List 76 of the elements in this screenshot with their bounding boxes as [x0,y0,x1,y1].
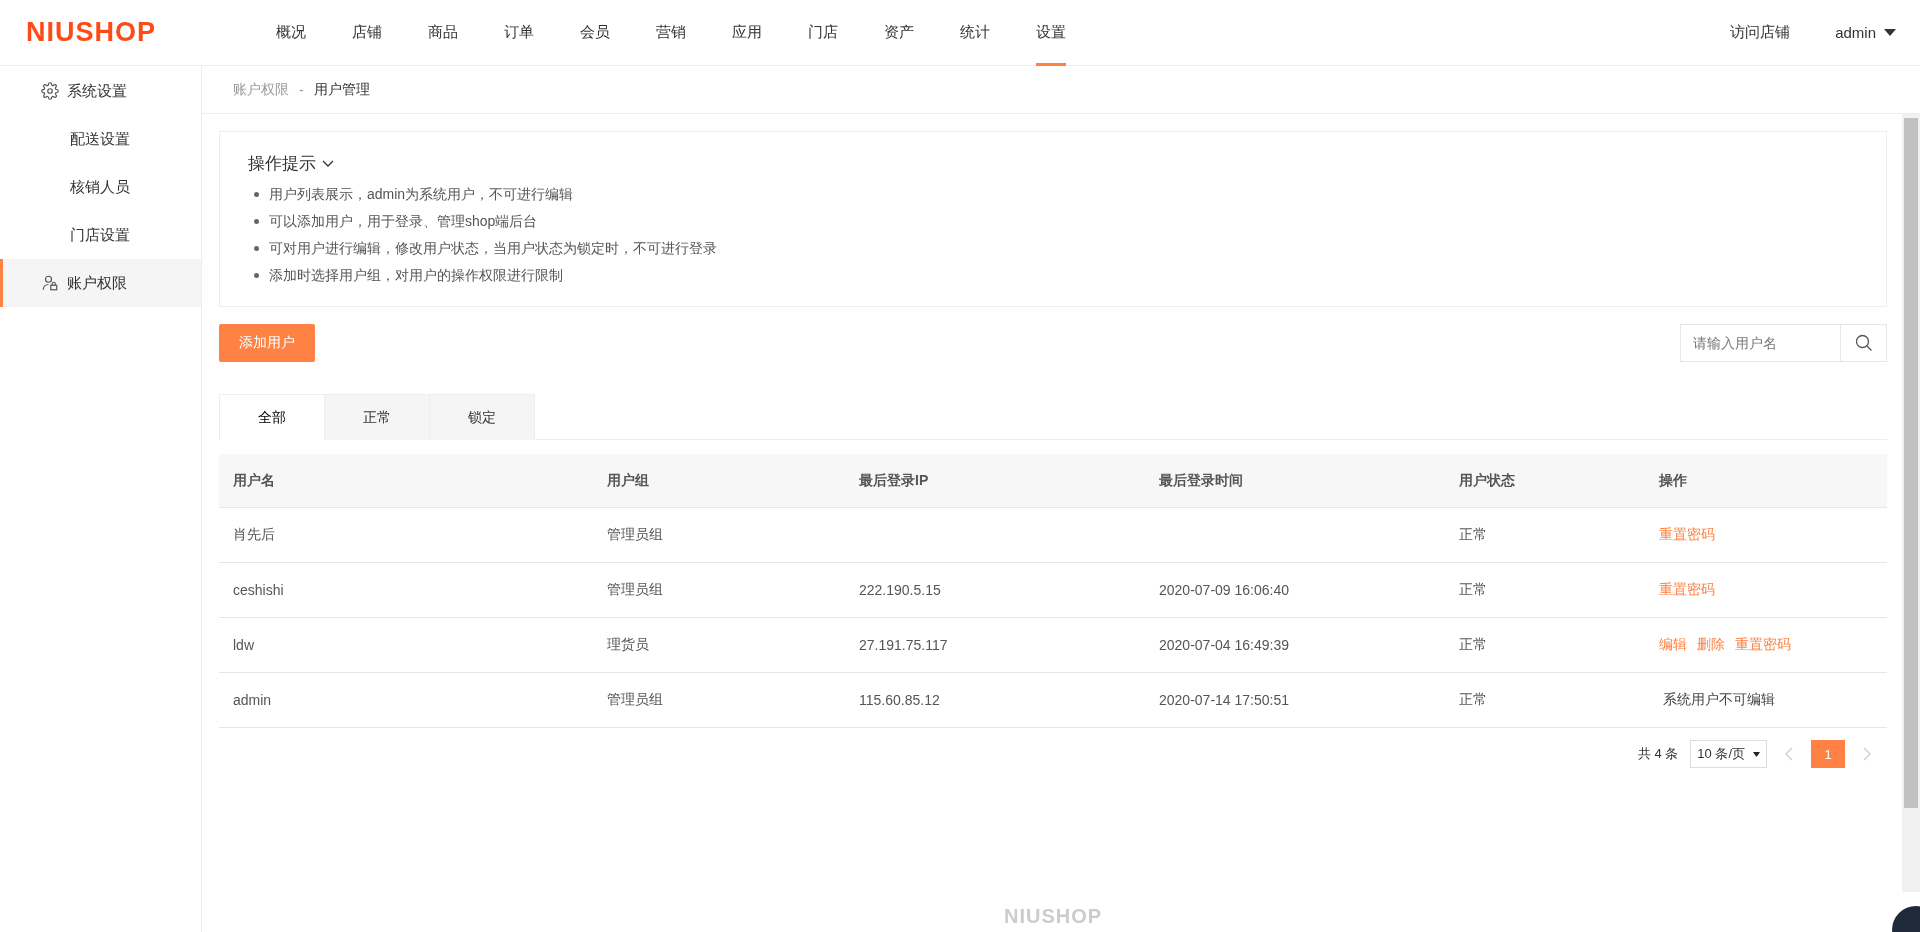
tip-text: 用户列表展示，admin为系统用户，不可进行编辑 [269,185,574,204]
table-cell: ldw [219,618,593,673]
nav-tab[interactable]: 设置 [1036,0,1066,66]
page-size-select[interactable]: 10 条/页 [1690,740,1767,768]
table-cell: 正常 [1445,618,1645,673]
visit-store-link[interactable]: 访问店铺 [1730,23,1791,42]
sidebar-label: 门店设置 [70,225,130,245]
caret-icon [1753,751,1760,757]
gear-icon [41,82,59,100]
table-cell: 管理员组 [593,563,845,618]
bullet-icon [254,273,259,278]
sidebar-label: 配送设置 [70,129,130,149]
chevron-icon[interactable] [322,159,334,168]
tip-text: 可对用户进行编辑，修改用户状态，当用户状态为锁定时，不可进行登录 [269,239,717,258]
nav-tab[interactable]: 门店 [808,0,838,66]
table-cell: 222.190.5.15 [845,563,1145,618]
table-cell: 管理员组 [593,673,845,728]
tip-text: 添加时选择用户组，对用户的操作权限进行限制 [269,266,563,285]
bullet-icon [254,246,259,251]
table-cell: 正常 [1445,563,1645,618]
nav-tab[interactable]: 商品 [428,0,458,66]
table-cell: 正常 [1445,673,1645,728]
nav-tab[interactable]: 应用 [732,0,762,66]
column-header: 操作 [1645,454,1887,508]
bullet-icon [254,192,259,197]
table-cell: 管理员组 [593,508,845,563]
table-cell: 肖先后 [219,508,593,563]
filter-tab[interactable]: 锁定 [429,394,535,440]
user-lock-icon [41,274,59,292]
bullet-icon [254,219,259,224]
user-menu[interactable]: admin [1835,24,1876,41]
nav-tab[interactable]: 订单 [504,0,534,66]
nav-tab[interactable]: 资产 [884,0,914,66]
table-cell: ceshishi [219,563,593,618]
niushop-logo: NIUSHOP [26,17,158,48]
search-button[interactable] [1840,324,1887,362]
nav-tab[interactable]: 统计 [960,0,990,66]
chevron-left-icon [1785,747,1793,761]
chevron-right-icon [1863,747,1871,761]
table-cell: admin [219,673,593,728]
tip-text: 可以添加用户，用于登录、管理shop端后台 [269,212,538,231]
nav-tab[interactable]: 店铺 [352,0,382,66]
sidebar-label: 系统设置 [67,81,127,101]
column-header: 最后登录IP [845,454,1145,508]
scrollbar[interactable] [1902,114,1920,892]
breadcrumb-current: 用户管理 [313,80,370,99]
search-field[interactable]: 请输入用户名 [1680,324,1840,362]
table-cell: 27.191.75.117 [845,618,1145,673]
note-text: 系统用户不可编辑 [1662,691,1775,709]
table-cell: 115.60.85.12 [845,673,1145,728]
filter-tab[interactable]: 正常 [324,394,430,440]
filter-tab[interactable]: 全部 [219,394,325,440]
sidebar-item[interactable]: 账户权限 [0,259,201,307]
sidebar-label: 核销人员 [70,177,130,197]
sidebar-item[interactable]: 门店设置 [0,211,201,259]
search-icon [1854,334,1873,352]
table-cell: 2020-07-04 16:49:39 [1145,618,1445,673]
sidebar-item[interactable]: 系统设置 [0,67,201,115]
table-cell: 理货员 [593,618,845,673]
sidebar-item[interactable]: 配送设置 [0,115,201,163]
nav-tab[interactable]: 概况 [276,0,306,66]
table-cell: 正常 [1445,508,1645,563]
table-cell: 2020-07-14 17:50:51 [1145,673,1445,728]
caret-icon [1884,29,1896,36]
sidebar-label: 账户权限 [67,273,127,293]
column-header: 最后登录时间 [1145,454,1445,508]
breadcrumb-separator: - [299,81,304,98]
nav-tab[interactable]: 营销 [656,0,686,66]
tips-title: 操作提示 [248,153,316,175]
column-header: 用户名 [219,454,593,508]
column-header: 用户组 [593,454,845,508]
total-count: 共 4 条 [1637,745,1679,763]
sidebar-item[interactable]: 核销人员 [0,163,201,211]
column-header: 用户状态 [1445,454,1645,508]
table-cell: 2020-07-09 16:06:40 [1145,563,1445,618]
nav-tab[interactable]: 会员 [580,0,610,66]
